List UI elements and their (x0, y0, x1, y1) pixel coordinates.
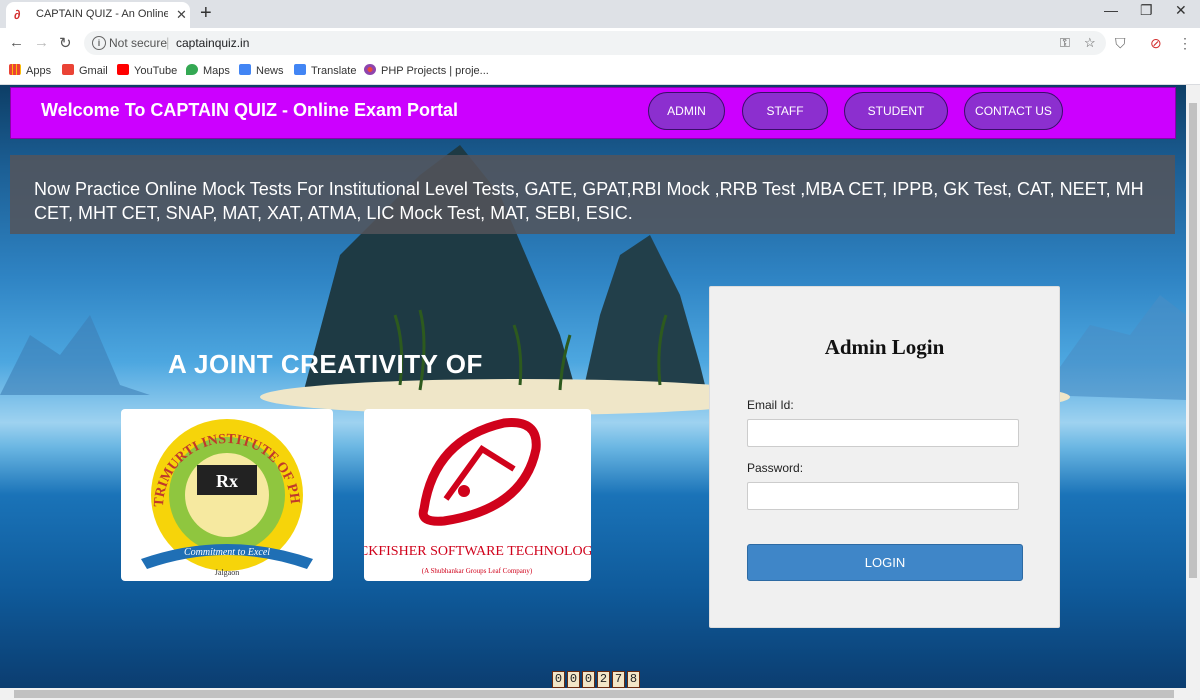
nav-admin-button[interactable]: ADMIN (648, 92, 725, 130)
bookmark-star-icon[interactable]: ☆ (1084, 35, 1096, 51)
counter-digit: 0 (582, 671, 595, 688)
bookmark-translate[interactable]: Translate (294, 64, 356, 77)
forward-icon[interactable]: → (34, 34, 49, 51)
lockfisher-logo: LOCKFISHER SOFTWARE TECHNOLOGIES (A Shub… (340, 418, 614, 575)
nav-student-button[interactable]: STUDENT (844, 92, 948, 130)
browser-tab[interactable]: ∂ CAPTAIN QUIZ - An Online Autom ✕ (6, 2, 190, 28)
partners-heading: A JOINT CREATIVITY OF (168, 349, 483, 379)
counter-digit: 8 (627, 671, 640, 688)
security-status[interactable]: Not secure (109, 36, 167, 50)
announcement-marquee: Now Practice Online Mock Tests For Insti… (10, 155, 1175, 234)
address-bar[interactable]: i Not secure | captainquiz.in ⚿ ☆ (84, 31, 1106, 55)
news-icon (239, 64, 251, 75)
captainquiz-favicon-icon: ∂ (14, 7, 21, 22)
bookmark-gmail[interactable]: Gmail (62, 64, 108, 77)
counter-digit: 2 (597, 671, 610, 688)
lockfisher-tagline: (A Shubhankar Groups Leaf Company) (422, 567, 533, 575)
trimurti-motto: Commitment to Excel (184, 547, 270, 558)
bookmark-youtube[interactable]: YouTube (117, 64, 177, 77)
email-label: Email Id: (747, 398, 794, 412)
apps-icon (9, 64, 21, 75)
password-field[interactable] (747, 482, 1019, 510)
tab-title: CAPTAIN QUIZ - An Online Autom (36, 8, 168, 20)
marquee-text: Now Practice Online Mock Tests For Insti… (34, 179, 1144, 223)
minimize-icon[interactable]: — (1104, 2, 1118, 18)
counter-digit: 0 (552, 671, 565, 688)
site-header: Welcome To CAPTAIN QUIZ - Online Exam Po… (10, 87, 1176, 139)
vertical-scrollbar[interactable] (1186, 85, 1200, 688)
maps-icon (186, 64, 198, 75)
gmail-icon (62, 64, 74, 75)
counter-digit: 7 (612, 671, 625, 688)
login-button[interactable]: LOGIN (747, 544, 1023, 581)
bookmark-label: Translate (311, 65, 357, 77)
trimurti-place: Jalgaon (215, 568, 239, 577)
translate-icon (294, 64, 306, 75)
counter-digit: 0 (567, 671, 580, 688)
url-divider: | (166, 35, 170, 50)
lockfisher-name: LOCKFISHER SOFTWARE TECHNOLOGIES (364, 544, 591, 559)
vertical-scroll-thumb[interactable] (1189, 103, 1197, 578)
bookmark-label: News (256, 65, 284, 77)
nav-staff-button[interactable]: STAFF (742, 92, 828, 130)
url-text[interactable]: captainquiz.in (176, 36, 249, 50)
password-label: Password: (747, 461, 804, 475)
visitor-counter: 000278 (552, 669, 642, 688)
bookmark-maps[interactable]: Maps (186, 64, 230, 77)
nav-contact-us-button[interactable]: CONTACT US (964, 92, 1063, 130)
tab-bar: ∂ CAPTAIN QUIZ - An Online Autom ✕ + — ❐… (0, 0, 1200, 28)
close-window-icon[interactable]: ✕ (1175, 2, 1187, 19)
menu-icon[interactable]: ⋮ (1178, 35, 1192, 52)
bookmark-label: Maps (203, 65, 230, 77)
rx-symbol: Rx (216, 471, 238, 491)
php-projects-icon (364, 64, 376, 75)
bookmark-label: Gmail (79, 65, 108, 77)
youtube-icon (117, 64, 129, 75)
site-title: Welcome To CAPTAIN QUIZ - Online Exam Po… (41, 100, 459, 120)
horizontal-scrollbar[interactable] (0, 688, 1200, 700)
back-icon[interactable]: ← (9, 34, 24, 51)
email-field[interactable] (747, 419, 1019, 447)
restore-icon[interactable]: ❐ (1140, 2, 1153, 19)
trimurti-institute-logo: TRIMURTI INSTITUTE OF PHARMACY Rx Commit… (114, 398, 313, 577)
bookmarks-bar: Apps Gmail YouTube Maps News Translate P… (0, 58, 1200, 85)
bookmark-label: PHP Projects | proje... (381, 65, 489, 77)
browser-toolbar: ← → ↻ i Not secure | captainquiz.in ⚿ ☆ … (0, 28, 1200, 58)
lockfisher-logo-card: LOCKFISHER SOFTWARE TECHNOLOGIES (A Shub… (340, 409, 614, 581)
admin-login-panel: Admin Login Email Id: Password: LOGIN (709, 286, 1060, 628)
bookmark-php-projects[interactable]: PHP Projects | proje... (364, 64, 489, 77)
extension-icon[interactable]: ⊘ (1150, 35, 1162, 52)
bookmark-news[interactable]: News (239, 64, 284, 77)
bookmark-label: YouTube (134, 65, 178, 77)
page-content: Welcome To CAPTAIN QUIZ - Online Exam Po… (0, 85, 1186, 688)
info-icon[interactable]: i (92, 36, 106, 50)
reload-icon[interactable]: ↻ (59, 34, 72, 52)
trimurti-logo-card: TRIMURTI INSTITUTE OF PHARMACY Rx Commit… (114, 398, 333, 581)
new-tab-button[interactable]: + (200, 3, 212, 23)
key-icon[interactable]: ⚿ (1060, 35, 1070, 51)
bookmark-label: Apps (26, 65, 52, 77)
shield-extension-icon[interactable]: ⛉ (1115, 35, 1126, 52)
close-tab-icon[interactable]: ✕ (176, 7, 187, 23)
bookmark-apps[interactable]: Apps (9, 64, 51, 77)
login-title: Admin Login (824, 335, 945, 359)
horizontal-scroll-thumb[interactable] (14, 690, 1174, 698)
